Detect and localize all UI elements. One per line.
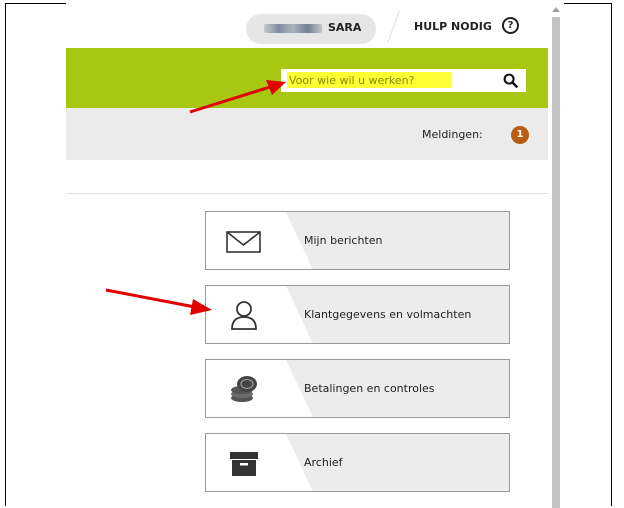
notifications-label: Meldingen: (422, 128, 483, 141)
scroll-up-arrow-icon[interactable] (552, 7, 560, 12)
search-icon[interactable] (503, 73, 518, 88)
section-divider (66, 193, 548, 194)
tile-label: Mijn berichten (304, 234, 383, 247)
tile-betalingen[interactable]: Betalingen en controles (205, 359, 510, 418)
archive-icon (230, 452, 258, 476)
user-name-redacted (264, 24, 322, 33)
app-window: SARA HULP NODIG ? Meldingen: 1 Mijn beri… (66, 3, 548, 508)
user-menu[interactable]: SARA (246, 14, 376, 44)
scrollbar[interactable] (548, 3, 564, 508)
help-link[interactable]: HULP NODIG (414, 20, 492, 33)
user-name: SARA (328, 21, 362, 34)
tile-archief[interactable]: Archief (205, 433, 510, 492)
notifications-bar: Meldingen: 1 (66, 108, 548, 160)
scrollbar-thumb[interactable] (552, 17, 560, 508)
divider (387, 11, 400, 43)
tile-mijn-berichten[interactable]: Mijn berichten (205, 211, 510, 270)
top-bar: SARA HULP NODIG ? (66, 3, 548, 48)
envelope-icon (226, 231, 261, 253)
tile-label: Klantgegevens en volmachten (304, 308, 472, 321)
search-box (281, 69, 526, 92)
search-input[interactable] (287, 72, 451, 88)
search-bar-area (66, 48, 548, 108)
tile-label: Archief (304, 456, 343, 469)
tile-label: Betalingen en controles (304, 382, 435, 395)
notifications-count-badge[interactable]: 1 (511, 126, 529, 144)
question-icon[interactable]: ? (502, 17, 519, 34)
user-icon (231, 301, 257, 330)
tile-klantgegevens[interactable]: Klantgegevens en volmachten (205, 285, 510, 344)
coins-icon (231, 376, 257, 402)
